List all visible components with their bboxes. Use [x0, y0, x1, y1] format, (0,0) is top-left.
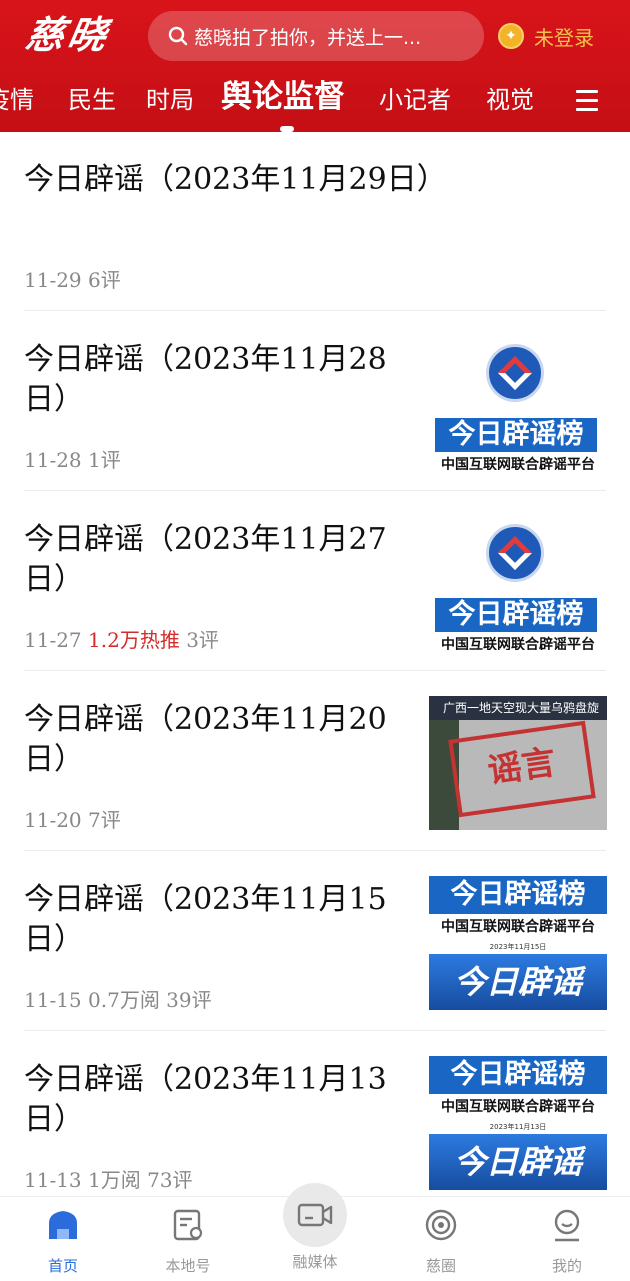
nav-profile[interactable]: 我的: [522, 1207, 612, 1276]
menu-icon[interactable]: [576, 90, 598, 112]
thumb-headline: 广西一地天空现大量乌鸦盘旋: [429, 696, 607, 720]
nav-circle[interactable]: 慈圈: [396, 1207, 486, 1276]
article-meta: 11-15 0.7万阅 39评: [24, 984, 212, 1013]
thumb-banner: 今日辟谣榜: [435, 598, 597, 632]
thumb-subtitle: 中国互联网联合辟谣平台: [441, 637, 595, 650]
tab-public-opinion[interactable]: 舆论监督: [221, 77, 345, 117]
article-title: 今日辟谣（2023年11月13日）: [24, 1062, 387, 1137]
article-thumbnail[interactable]: 今日辟谣榜 中国互联网联合辟谣平台 2023年11月13日 今日辟谣: [429, 1056, 607, 1190]
article-thumbnail[interactable]: 今日辟谣榜 中国互联网联合辟谣平台: [429, 516, 607, 650]
rumor-platform-emblem-icon: [486, 524, 544, 582]
article-stats: 6评: [88, 268, 121, 292]
article-thumbnail[interactable]: 广西一地天空现大量乌鸦盘旋 谣言: [429, 696, 607, 830]
article-title: 今日辟谣（2023年11月29日）: [24, 162, 447, 197]
article-meta: 11-13 1万阅 73评: [24, 1164, 193, 1193]
article-title: 今日辟谣（2023年11月27日）: [24, 522, 387, 597]
article-stats: 0.7万阅 39评: [88, 988, 212, 1012]
article-stats: 7评: [88, 808, 121, 832]
thumb-subtitle: 中国互联网联合辟谣平台: [441, 1099, 595, 1115]
video-camera-icon: [297, 1203, 333, 1227]
circle-icon: [425, 1209, 457, 1241]
article-title: 今日辟谣（2023年11月28日）: [24, 342, 387, 417]
tab-visual[interactable]: 视觉: [486, 80, 534, 120]
nav-media-button[interactable]: [283, 1183, 347, 1247]
thumb-banner: 今日辟谣榜: [429, 876, 607, 914]
divider: [24, 490, 606, 491]
article-stats: 1评: [88, 448, 121, 472]
article-item[interactable]: 今日辟谣（2023年11月29日） 11-29 6评: [0, 132, 630, 311]
article-date: 11-15: [24, 988, 82, 1012]
article-thumbnail[interactable]: 今日辟谣榜 中国互联网联合辟谣平台 2023年11月15日 今日辟谣: [429, 876, 607, 1010]
rumor-platform-emblem-icon: [486, 344, 544, 402]
coin-icon: ✦: [498, 23, 524, 49]
thumb-banner: 今日辟谣榜: [435, 418, 597, 452]
tab-current-affairs[interactable]: 时局: [146, 80, 194, 120]
divider: [24, 670, 606, 671]
divider: [24, 1030, 606, 1031]
tab-epidemic[interactable]: 疫情: [0, 80, 34, 120]
article-date: 11-27: [24, 628, 82, 652]
article-stats: 1万阅 73评: [88, 1168, 193, 1192]
article-meta: 11-29 6评: [24, 264, 121, 293]
article-thumbnail[interactable]: 今日辟谣榜 中国互联网联合辟谣平台: [429, 336, 607, 470]
article-item[interactable]: 今日辟谣（2023年11月28日） 11-28 1评 今日辟谣榜 中国互联网联合…: [0, 312, 630, 491]
login-button[interactable]: ✦ 未登录: [498, 20, 594, 52]
nav-local-account[interactable]: 本地号: [143, 1207, 233, 1276]
thumb-subtitle: 中国互联网联合辟谣平台: [441, 457, 595, 470]
divider: [24, 310, 606, 311]
channel-tabs: 疫情 民生 时局 舆论监督 小记者 视觉: [0, 76, 630, 132]
thumb-banner: 今日辟谣榜: [429, 1056, 607, 1094]
article-meta: 11-27 1.2万热推 3评: [24, 624, 219, 653]
search-bar[interactable]: 慈晓拍了拍你，并送上一...: [148, 11, 484, 61]
article-date: 11-29: [24, 268, 82, 292]
tab-young-reporter[interactable]: 小记者: [379, 80, 451, 120]
thumb-date: 2023年11月13日: [489, 1123, 547, 1131]
article-meta: 11-28 1评: [24, 444, 121, 473]
thumb-date: 2023年11月15日: [489, 943, 547, 951]
thumb-big-title: 今日辟谣: [429, 1134, 607, 1190]
thumb-subtitle: 中国互联网联合辟谣平台: [441, 919, 595, 935]
article-date: 11-13: [24, 1168, 82, 1192]
article-title: 今日辟谣（2023年11月15日）: [24, 882, 387, 957]
article-item[interactable]: 今日辟谣（2023年11月20日） 11-20 7评 广西一地天空现大量乌鸦盘旋…: [0, 672, 630, 851]
article-item[interactable]: 今日辟谣（2023年11月27日） 11-27 1.2万热推 3评 今日辟谣榜 …: [0, 492, 630, 671]
bottom-nav: 首页 本地号 融媒体 慈圈 我的: [0, 1183, 630, 1281]
article-date: 11-20: [24, 808, 82, 832]
nav-home[interactable]: 首页: [18, 1207, 108, 1276]
top-header: 慈晓 慈晓拍了拍你，并送上一... ✦ 未登录 疫情 民生 时局 舆论监督 小记…: [0, 0, 630, 132]
nav-label: 我的: [551, 1257, 582, 1275]
tab-livelihood[interactable]: 民生: [68, 80, 116, 120]
search-placeholder: 慈晓拍了拍你，并送上一...: [194, 26, 422, 49]
nav-label: 融媒体: [292, 1253, 338, 1271]
nav-label: 首页: [47, 1257, 78, 1275]
home-icon: [49, 1211, 77, 1239]
profile-icon: [554, 1209, 580, 1242]
article-item[interactable]: 今日辟谣（2023年11月15日） 11-15 0.7万阅 39评 今日辟谣榜 …: [0, 852, 630, 1031]
nav-label: 本地号: [165, 1257, 211, 1275]
article-stats: 3评: [186, 628, 219, 652]
app-logo[interactable]: 慈晓: [22, 12, 122, 58]
article-date: 11-28: [24, 448, 82, 472]
article-meta: 11-20 7评: [24, 804, 121, 833]
nav-label: 慈圈: [425, 1257, 456, 1275]
local-account-icon: [173, 1209, 203, 1241]
thumb-big-title: 今日辟谣: [429, 954, 607, 1010]
login-label: 未登录: [534, 25, 594, 50]
rumor-stamp: 谣言: [448, 720, 596, 818]
search-icon: [168, 26, 188, 46]
hot-badge: 1.2万热推: [88, 628, 180, 652]
divider: [24, 850, 606, 851]
article-title: 今日辟谣（2023年11月20日）: [24, 702, 387, 777]
